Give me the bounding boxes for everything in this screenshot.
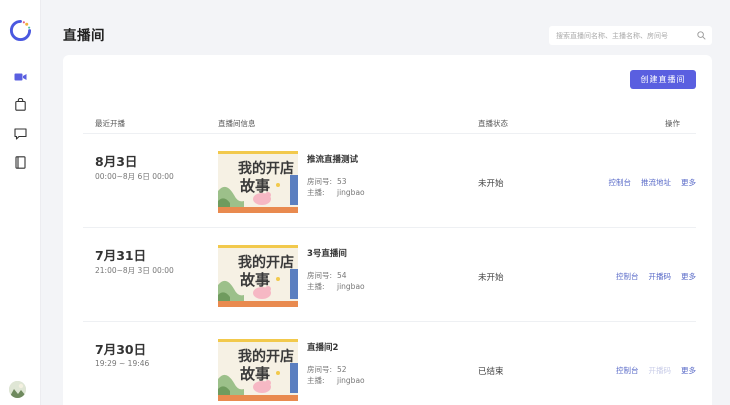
book-icon: [15, 156, 26, 169]
host-label: 主播:: [307, 376, 325, 385]
row-actions: 控制台 开播码 更多: [616, 365, 696, 376]
row-time-range: 21:00~8月 3日 00:00: [95, 266, 174, 275]
column-header-info: 直播间信息: [218, 119, 256, 128]
room-thumbnail[interactable]: 我的开店 故事: [218, 339, 298, 401]
room-host: 主播: jingbao: [307, 187, 365, 198]
status-badge: 未开始: [478, 179, 504, 189]
store-story-thumbnail-icon: 我的开店 故事: [218, 339, 298, 401]
host-value: jingbao: [337, 376, 365, 385]
console-link[interactable]: 控制台: [616, 271, 639, 282]
store-story-thumbnail-icon: 我的开店 故事: [218, 151, 298, 213]
live-room-list-card: 创建直播间 最近开播 直播间信息 直播状态 操作 8月3日 00:00~8月 6…: [63, 55, 712, 405]
search-icon[interactable]: [697, 31, 706, 40]
app-logo-icon[interactable]: [9, 19, 32, 42]
thumbnail-title-line1: 我的开店: [238, 160, 294, 177]
sidebar-item-docs[interactable]: [12, 154, 29, 171]
sidebar-item-messages[interactable]: [12, 125, 29, 142]
thumbnail-title-line2: 故事: [240, 177, 270, 195]
table-row: 7月30日 19:29 ~ 19:46 我的开店 故事 直播间2 房间号: 52 …: [83, 322, 696, 405]
room-number: 房间号: 54: [307, 270, 347, 281]
row-date: 7月30日: [95, 342, 147, 357]
room-number-value: 52: [337, 365, 347, 374]
room-host: 主播: jingbao: [307, 375, 365, 386]
row-date: 8月3日: [95, 154, 138, 169]
room-number-label: 房间号:: [307, 271, 333, 280]
status-badge: 未开始: [478, 273, 504, 283]
chat-bubble-icon: [14, 127, 27, 140]
thumbnail-title-line1: 我的开店: [238, 254, 294, 271]
room-number-value: 54: [337, 271, 347, 280]
host-label: 主播:: [307, 188, 325, 197]
host-label: 主播:: [307, 282, 325, 291]
room-number: 房间号: 53: [307, 176, 347, 187]
sidebar-item-shop[interactable]: [12, 96, 29, 113]
more-link[interactable]: 更多: [681, 177, 696, 188]
row-actions: 控制台 推流地址 更多: [609, 177, 697, 188]
room-number-value: 53: [337, 177, 347, 186]
host-value: jingbao: [337, 282, 365, 291]
search-input[interactable]: [549, 31, 689, 40]
stream-code-link: 开播码: [648, 366, 672, 375]
push-url-link[interactable]: 推流地址: [641, 177, 671, 188]
room-name[interactable]: 推流直播测试: [307, 153, 358, 165]
room-name[interactable]: 直播间2: [307, 341, 338, 353]
avatar[interactable]: [9, 381, 26, 398]
column-header-ops: 操作: [665, 119, 680, 128]
row-time-range: 00:00~8月 6日 00:00: [95, 172, 174, 181]
shopping-bag-icon: [15, 98, 26, 111]
table-row: 7月31日 21:00~8月 3日 00:00 我的开店 故事 3号直播间 房间…: [83, 228, 696, 322]
thumbnail-title-line1: 我的开店: [238, 348, 294, 365]
thumbnail-title-line2: 故事: [240, 365, 270, 383]
create-live-room-button[interactable]: 创建直播间: [630, 70, 696, 89]
room-number-label: 房间号:: [307, 177, 333, 186]
page-title: 直播间: [63, 28, 105, 44]
room-number: 房间号: 52: [307, 364, 347, 375]
more-link[interactable]: 更多: [681, 365, 696, 376]
user-avatar-icon: [9, 381, 26, 398]
sidebar: [0, 0, 41, 405]
column-header-status: 直播状态: [478, 119, 508, 128]
search-box[interactable]: [549, 26, 712, 45]
sidebar-item-live[interactable]: [12, 68, 29, 85]
room-number-label: 房间号:: [307, 365, 333, 374]
row-actions: 控制台 开播码 更多: [616, 271, 696, 282]
console-link[interactable]: 控制台: [616, 365, 639, 376]
status-badge: 已结束: [478, 367, 504, 377]
video-camera-icon: [14, 73, 27, 80]
column-header-recent: 最近开播: [95, 119, 125, 128]
store-story-thumbnail-icon: 我的开店 故事: [218, 245, 298, 307]
room-name[interactable]: 3号直播间: [307, 247, 347, 259]
room-thumbnail[interactable]: 我的开店 故事: [218, 245, 298, 307]
more-link[interactable]: 更多: [681, 271, 696, 282]
console-link[interactable]: 控制台: [609, 177, 632, 188]
room-host: 主播: jingbao: [307, 281, 365, 292]
row-date: 7月31日: [95, 248, 147, 263]
thumbnail-title-line2: 故事: [240, 271, 270, 289]
table-row: 8月3日 00:00~8月 6日 00:00 我的开店 故事 推流直播测试 房间…: [83, 134, 696, 228]
stream-code-link[interactable]: 开播码: [649, 271, 672, 282]
row-time-range: 19:29 ~ 19:46: [95, 359, 150, 368]
host-value: jingbao: [337, 188, 365, 197]
room-thumbnail[interactable]: 我的开店 故事: [218, 151, 298, 213]
